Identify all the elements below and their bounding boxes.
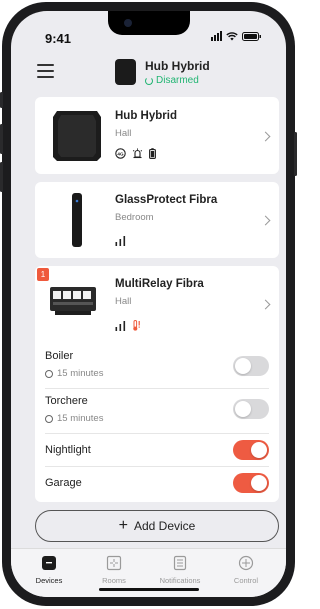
chevron-right-icon (260, 299, 271, 310)
add-device-label: Add Device (133, 519, 196, 533)
relay-row-torchere: Torchere 15 minutes (45, 388, 269, 429)
siren-icon (132, 148, 143, 159)
home-indicator (99, 588, 199, 591)
notifications-icon (173, 555, 187, 571)
signal-strength-icon (115, 321, 126, 331)
device-name: Hub Hybrid (115, 110, 177, 122)
relay-timer: 15 minutes (45, 413, 103, 424)
chevron-right-icon (260, 215, 271, 226)
chevron-right-icon (260, 131, 271, 142)
app-header: Hub Hybrid Disarmed (11, 51, 286, 95)
menu-icon[interactable] (37, 64, 54, 78)
power-button (294, 132, 297, 176)
device-room: Bedroom (115, 212, 154, 223)
relay-name: Boiler (45, 350, 74, 362)
tab-notifications[interactable]: Notifications (148, 555, 212, 585)
battery-icon (242, 31, 262, 41)
hub-thumbnail[interactable] (115, 59, 136, 85)
timer-icon (45, 369, 53, 378)
svg-text:4G: 4G (117, 151, 124, 156)
device-card-hub-hybrid[interactable]: Hub Hybrid Hall 4G (35, 97, 279, 174)
tab-devices[interactable]: Devices (17, 555, 81, 585)
hub-device-image (53, 111, 101, 161)
relay-row-boiler: Boiler 15 minutes (45, 346, 269, 386)
notification-badge: 1 (37, 268, 49, 281)
relay-toggle[interactable] (233, 440, 269, 460)
signal-strength-icon (115, 236, 126, 246)
relay-row-garage: Garage (45, 466, 269, 499)
control-icon (238, 555, 254, 571)
status-bar: 9:41 (11, 11, 286, 51)
tab-label: Devices (35, 576, 63, 585)
status-time: 9:41 (45, 31, 72, 46)
disarmed-icon (145, 76, 153, 85)
device-room: Hall (115, 128, 132, 139)
hub-security-status[interactable]: Disarmed (145, 75, 199, 86)
device-card-multirelay[interactable]: 1 MultiRelay Fibra Hall Boiler 15 minute… (35, 266, 279, 502)
plus-icon: + (118, 517, 128, 534)
cellular-signal-icon (211, 31, 222, 41)
app-screen: 9:41 Hub Hybrid Disarmed Hub Hybrid Hall… (11, 11, 286, 597)
timer-icon (45, 414, 53, 423)
volume-down-button (0, 162, 3, 192)
relay-timer: 15 minutes (45, 368, 103, 379)
device-card-glassprotect[interactable]: GlassProtect Fibra Bedroom (35, 182, 279, 258)
device-name: GlassProtect Fibra (115, 194, 218, 206)
rooms-icon (106, 555, 122, 571)
tab-label: Control (233, 576, 259, 585)
status-icons (211, 31, 262, 41)
wifi-icon (226, 31, 238, 41)
hub-title[interactable]: Hub Hybrid (145, 59, 210, 73)
volume-up-button (0, 124, 3, 154)
4g-icon: 4G (115, 148, 126, 159)
relay-toggle[interactable] (233, 356, 269, 376)
device-status-icons: 4G (115, 148, 156, 159)
glassprotect-device-image (72, 193, 82, 247)
relay-timer-value: 15 minutes (57, 413, 104, 424)
multirelay-device-image (50, 287, 96, 315)
tab-rooms[interactable]: Rooms (82, 555, 146, 585)
temperature-alert-icon (133, 320, 140, 331)
device-room: Hall (115, 296, 132, 307)
relay-name: Torchere (45, 395, 88, 407)
devices-icon (42, 556, 56, 570)
relay-row-nightlight: Nightlight (45, 433, 269, 466)
tab-label: Notifications (159, 576, 201, 585)
relay-timer-value: 15 minutes (57, 368, 104, 379)
device-name: MultiRelay Fibra (115, 278, 204, 290)
device-status-icons (115, 236, 126, 246)
hub-state-label: Disarmed (156, 75, 199, 86)
device-status-icons (115, 320, 141, 331)
tab-control[interactable]: Control (214, 555, 278, 585)
relay-toggle[interactable] (233, 399, 269, 419)
relay-name: Garage (45, 477, 82, 489)
phone-frame: 9:41 Hub Hybrid Disarmed Hub Hybrid Hall… (0, 2, 297, 606)
relay-name: Nightlight (45, 444, 91, 456)
add-device-button[interactable]: + Add Device (35, 510, 279, 542)
mute-switch (0, 92, 3, 108)
battery-level-icon (149, 148, 156, 159)
relay-toggle[interactable] (233, 473, 269, 493)
tab-label: Rooms (102, 576, 126, 585)
